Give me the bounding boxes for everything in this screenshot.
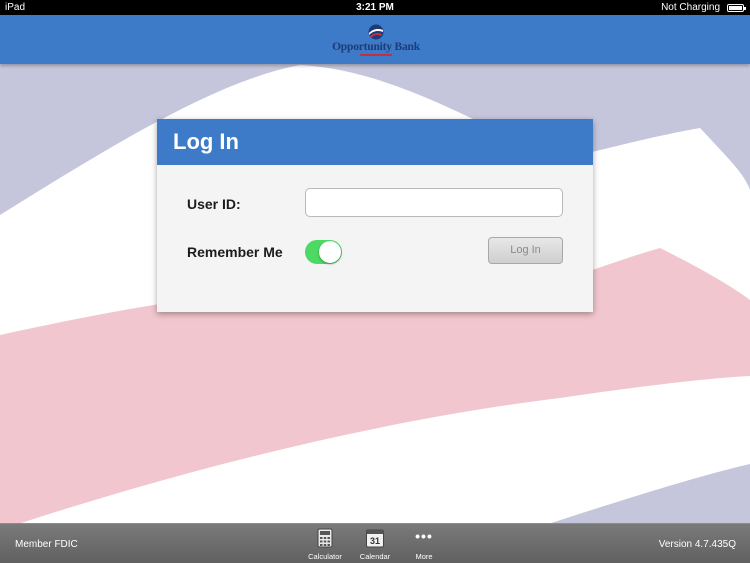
app-header: Opportunity Bank	[0, 15, 750, 64]
remember-me-toggle[interactable]	[305, 240, 342, 264]
login-button[interactable]: Log In	[488, 237, 563, 264]
more-label: More	[415, 552, 433, 561]
user-id-label: User ID:	[187, 196, 241, 212]
logo-underline	[360, 54, 392, 56]
member-fdic-text: Member FDIC	[15, 539, 78, 550]
calculator-icon	[317, 528, 333, 548]
logo-mark-icon	[368, 24, 384, 40]
user-id-input[interactable]	[305, 188, 563, 217]
calculator-button[interactable]: Calculator	[300, 527, 350, 563]
more-button[interactable]: ••• More	[399, 527, 449, 563]
login-card-header: Log In	[157, 119, 593, 165]
calendar-icon: 31	[366, 529, 384, 548]
status-bar: iPad 3:21 PM Not Charging	[0, 0, 750, 15]
calculator-label: Calculator	[308, 552, 342, 561]
remember-me-label: Remember Me	[187, 244, 283, 260]
battery-icon	[727, 4, 746, 12]
version-text: Version 4.7.435Q	[658, 539, 736, 550]
status-time: 3:21 PM	[356, 2, 394, 13]
bottom-toolbar: Member FDIC Calculator 31 Calendar ••• M…	[0, 523, 750, 563]
charging-status: Not Charging	[661, 2, 720, 13]
bank-logo: Opportunity Bank	[330, 23, 422, 59]
login-card: Log In User ID: Remember Me Log In	[157, 119, 593, 312]
calendar-day: 31	[370, 536, 380, 546]
toggle-knob	[319, 241, 341, 263]
login-title: Log In	[173, 129, 239, 154]
calendar-button[interactable]: 31 Calendar	[350, 527, 400, 563]
more-icon: •••	[415, 528, 433, 544]
logo-text: Opportunity Bank	[332, 41, 420, 53]
calendar-label: Calendar	[359, 552, 391, 561]
